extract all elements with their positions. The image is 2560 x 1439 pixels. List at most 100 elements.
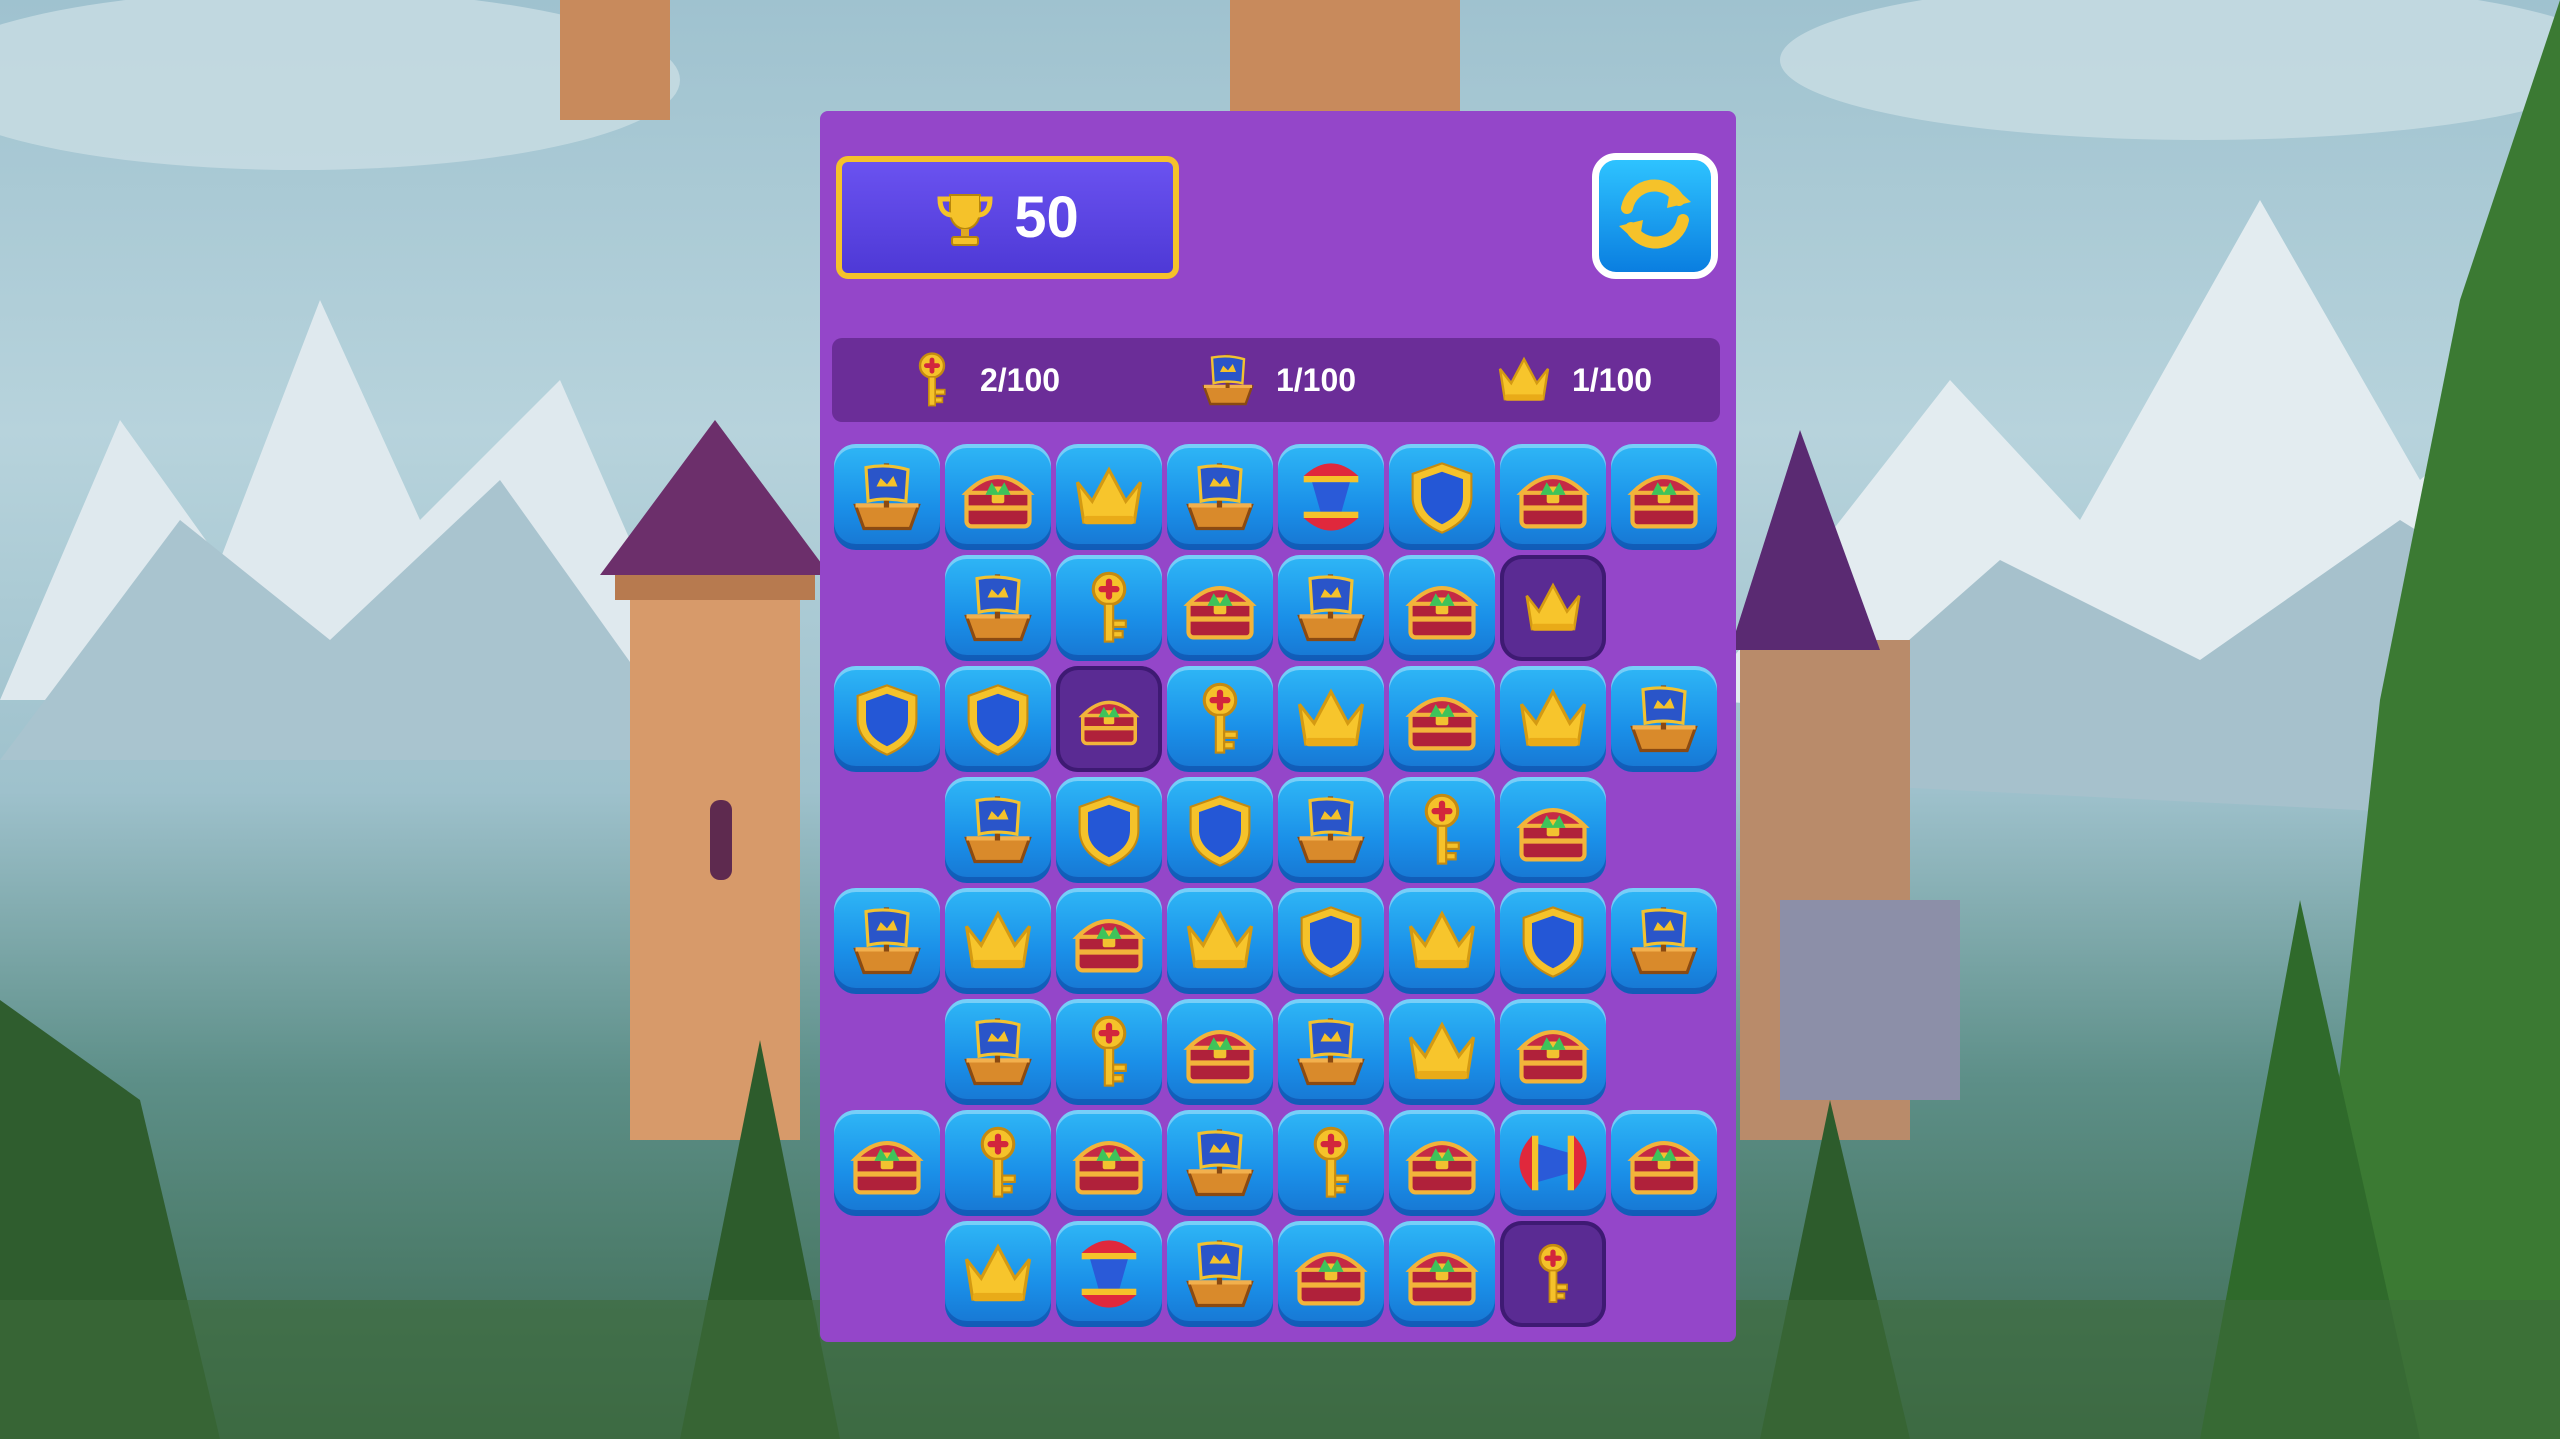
ship-icon — [1178, 1121, 1262, 1205]
ship-icon — [1289, 1010, 1373, 1094]
tile-key[interactable] — [1389, 777, 1495, 883]
tile-ship[interactable] — [1278, 555, 1384, 661]
tile-ship[interactable] — [1611, 888, 1717, 994]
tile-crown[interactable] — [1278, 666, 1384, 772]
tile-chest[interactable] — [1389, 555, 1495, 661]
tile-shield[interactable] — [945, 666, 1051, 772]
trophy-icon — [936, 189, 994, 247]
tile-chest[interactable] — [1278, 1221, 1384, 1327]
chest-icon — [1622, 1121, 1706, 1205]
chest-icon — [1178, 1010, 1262, 1094]
tile-lantern-v[interactable] — [1278, 444, 1384, 550]
tile-key[interactable] — [945, 1110, 1051, 1216]
key-icon — [1400, 788, 1484, 872]
tile-lantern-v[interactable] — [1056, 1221, 1162, 1327]
chest-icon — [845, 1121, 929, 1205]
tile-chest[interactable] — [1389, 1110, 1495, 1216]
tile-ship[interactable] — [1167, 1221, 1273, 1327]
tile-ship[interactable] — [834, 444, 940, 550]
chest-icon — [1400, 677, 1484, 761]
crown-icon — [1518, 573, 1588, 643]
tile-chest[interactable] — [1056, 1110, 1162, 1216]
game-panel: 50 2/100 1/100 1/100 — [820, 111, 1736, 1342]
tile-chest[interactable] — [1167, 999, 1273, 1105]
goal-count: 1/100 — [1571, 361, 1653, 398]
chest-icon — [956, 455, 1040, 539]
tile-ship[interactable] — [1167, 1110, 1273, 1216]
ship-icon — [1289, 566, 1373, 650]
tile-chest[interactable] — [1389, 666, 1495, 772]
shield-icon — [1400, 455, 1484, 539]
goal-key: 2/100 — [900, 348, 1060, 412]
refresh-button[interactable] — [1592, 153, 1718, 279]
tile-ship[interactable] — [1278, 777, 1384, 883]
tile-chest[interactable] — [1056, 888, 1162, 994]
chest-icon — [1289, 1232, 1373, 1316]
ship-icon — [1178, 455, 1262, 539]
tile-shield[interactable] — [834, 666, 940, 772]
ship-icon — [1289, 788, 1373, 872]
tile-ship[interactable] — [945, 555, 1051, 661]
tile-ship[interactable] — [1611, 666, 1717, 772]
tile-key[interactable] — [1278, 1110, 1384, 1216]
tile-lantern-h[interactable] — [1500, 1110, 1606, 1216]
tile-key[interactable] — [1056, 555, 1162, 661]
tile-chest[interactable] — [1500, 777, 1606, 883]
tile-crown[interactable] — [1056, 444, 1162, 550]
ship-icon — [956, 788, 1040, 872]
tile-key[interactable] — [1056, 999, 1162, 1105]
ship-icon — [1178, 1232, 1262, 1316]
tile-key[interactable] — [1167, 666, 1273, 772]
crown-icon — [1289, 677, 1373, 761]
goal-ship: 1/100 — [1196, 348, 1356, 412]
tile-crown[interactable] — [1500, 666, 1606, 772]
key-icon — [1289, 1121, 1373, 1205]
chest-icon — [1067, 899, 1151, 983]
tile-ship[interactable] — [834, 888, 940, 994]
ship-icon — [1622, 677, 1706, 761]
game-board — [834, 444, 1722, 1332]
tile-ship[interactable] — [945, 999, 1051, 1105]
tile-crown[interactable] — [945, 888, 1051, 994]
tile-chest[interactable] — [1167, 555, 1273, 661]
tile-crown[interactable] — [1167, 888, 1273, 994]
tile-shield[interactable] — [1056, 777, 1162, 883]
shield-icon — [1178, 788, 1262, 872]
blocked-tile-crown[interactable] — [1500, 555, 1606, 661]
key-icon — [1518, 1239, 1588, 1309]
tile-shield[interactable] — [1500, 888, 1606, 994]
lantern-v-icon — [1067, 1232, 1151, 1316]
tile-chest[interactable] — [1500, 999, 1606, 1105]
blocked-tile-chest[interactable] — [1056, 666, 1162, 772]
shield-icon — [1289, 899, 1373, 983]
tile-ship[interactable] — [1167, 444, 1273, 550]
chest-icon — [1074, 684, 1144, 754]
tile-chest[interactable] — [1611, 444, 1717, 550]
shield-icon — [956, 677, 1040, 761]
blocked-tile-key[interactable] — [1500, 1221, 1606, 1327]
tile-chest[interactable] — [1389, 1221, 1495, 1327]
chest-icon — [1400, 1232, 1484, 1316]
chest-icon — [1511, 788, 1595, 872]
shield-icon — [845, 677, 929, 761]
tile-crown[interactable] — [1389, 999, 1495, 1105]
crown-icon — [1400, 899, 1484, 983]
tile-shield[interactable] — [1167, 777, 1273, 883]
tile-ship[interactable] — [945, 777, 1051, 883]
key-icon — [1067, 1010, 1151, 1094]
tile-shield[interactable] — [1389, 444, 1495, 550]
tile-crown[interactable] — [1389, 888, 1495, 994]
score-value: 50 — [1014, 185, 1079, 250]
tile-shield[interactable] — [1278, 888, 1384, 994]
crown-icon — [956, 899, 1040, 983]
tile-crown[interactable] — [945, 1221, 1051, 1327]
tile-chest[interactable] — [1611, 1110, 1717, 1216]
key-icon — [900, 348, 964, 412]
tile-ship[interactable] — [1278, 999, 1384, 1105]
chest-icon — [1400, 1121, 1484, 1205]
tile-chest[interactable] — [945, 444, 1051, 550]
tile-chest[interactable] — [834, 1110, 940, 1216]
tile-chest[interactable] — [1500, 444, 1606, 550]
chest-icon — [1067, 1121, 1151, 1205]
ship-icon — [845, 899, 929, 983]
